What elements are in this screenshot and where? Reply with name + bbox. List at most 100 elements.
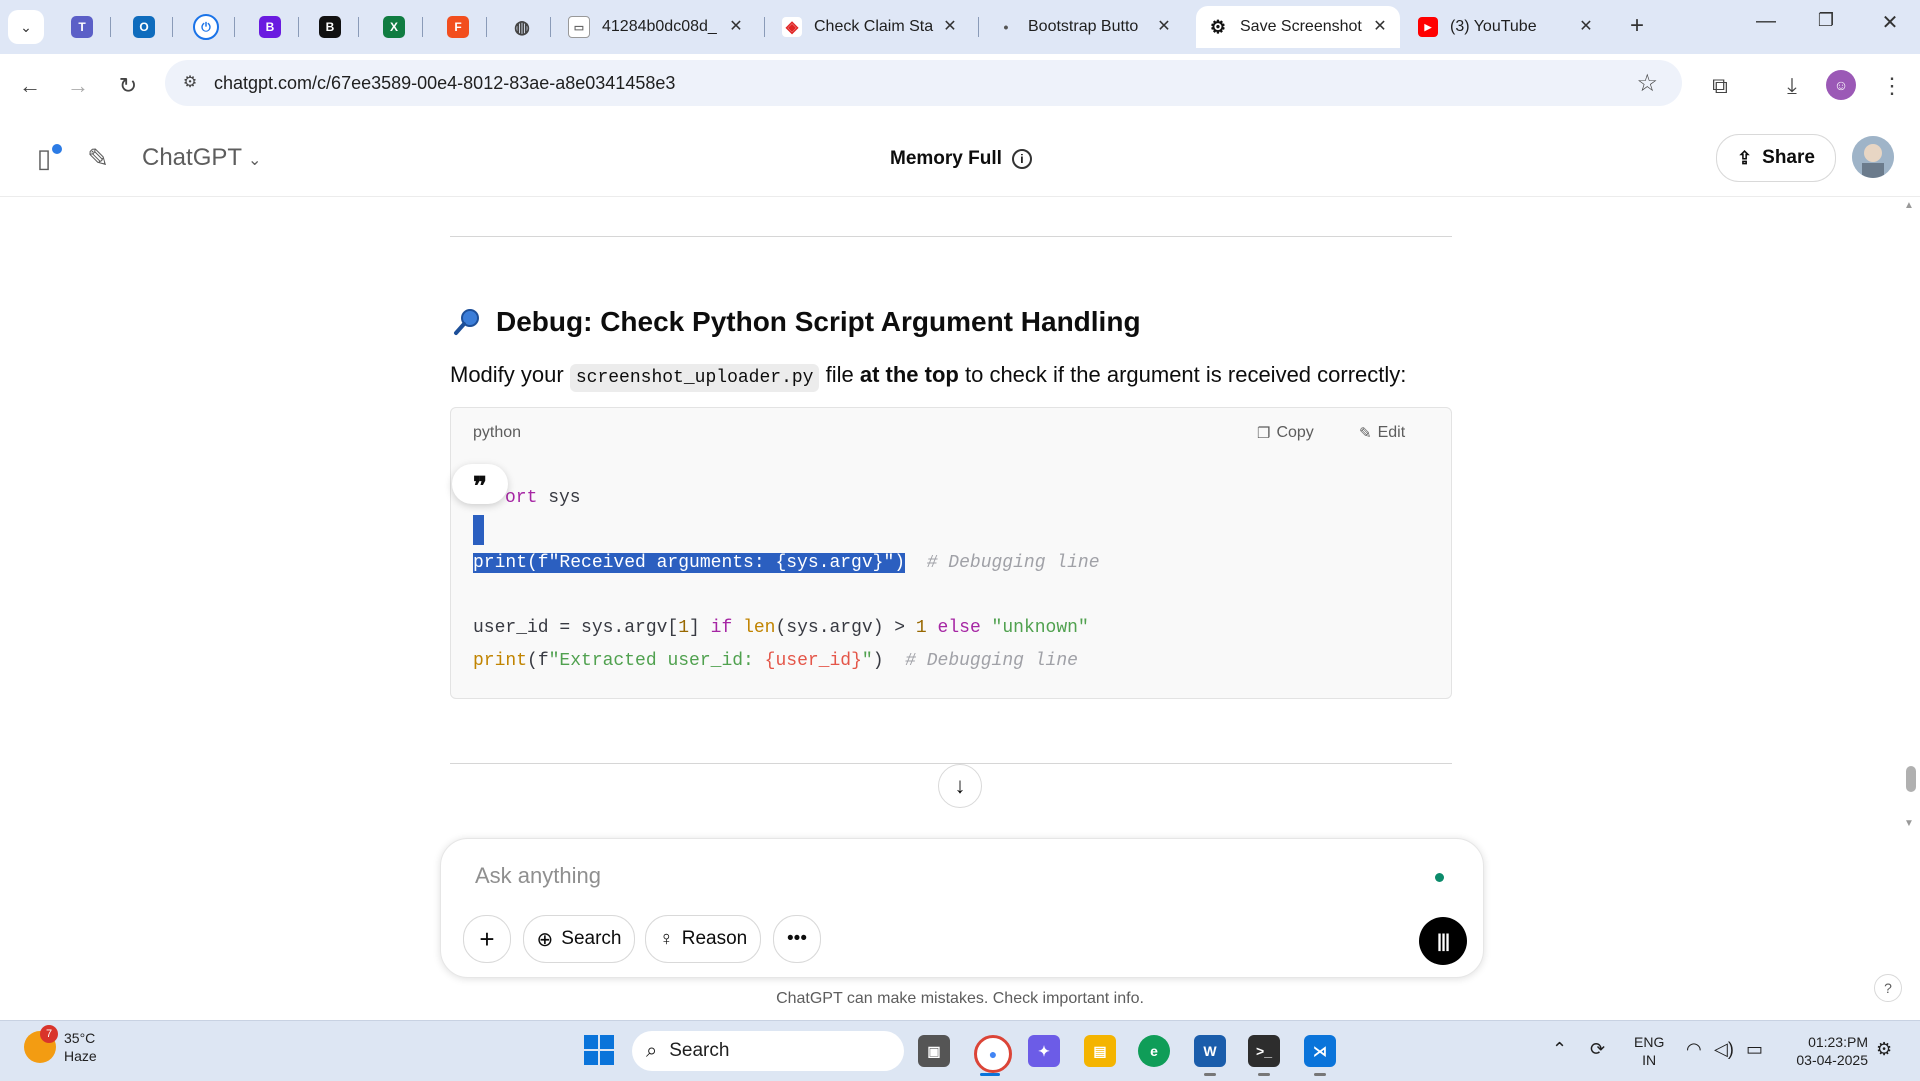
tab-1[interactable]: ◈ Check Claim Sta ✕ [770, 6, 970, 48]
help-icon[interactable]: ? [1874, 974, 1902, 1002]
show-hidden-icons[interactable]: ⌃ [1552, 1039, 1567, 1060]
pinned-tab-power[interactable]: ⏻ [192, 13, 220, 41]
weather-badge: 7 [40, 1025, 58, 1043]
weather-widget[interactable]: 7 35°C Haze [24, 1025, 97, 1065]
tab-search-dropdown[interactable]: ⌄ [8, 10, 44, 44]
scroll-down-button[interactable]: ↓ [938, 764, 982, 808]
info-icon[interactable]: i [1011, 148, 1032, 169]
wifi-icon[interactable]: ◠ [1686, 1039, 1702, 1060]
weather-temp: 35°C [64, 1030, 96, 1046]
pinned-tab-globe[interactable]: ◍ [508, 13, 536, 41]
sync-icon[interactable]: ⟳ [1590, 1039, 1605, 1060]
memory-status-label: Memory Full [890, 148, 1002, 169]
edge-icon[interactable]: e [1138, 1035, 1170, 1067]
search-button[interactable]: ⊕ Search [523, 915, 635, 963]
site-info-icon[interactable]: ⚙ [179, 72, 201, 94]
pinned-tab-b-black[interactable]: B [316, 13, 344, 41]
share-icon: ⇪ [1737, 147, 1753, 168]
close-icon[interactable]: ✕ [940, 17, 960, 37]
quote-selection-button[interactable]: ❞ [452, 464, 508, 504]
youtube-icon: ▶ [1418, 17, 1438, 37]
new-chat-icon[interactable]: ✎ [80, 140, 116, 176]
bookmark-star-icon[interactable]: ☆ [1636, 69, 1658, 98]
search-icon: ⌕ [646, 1039, 658, 1062]
pinned-tab-figma[interactable]: F [444, 13, 472, 41]
message-input[interactable]: Ask anything [475, 863, 601, 889]
share-button[interactable]: ⇪ Share [1716, 134, 1836, 182]
file-explorer-icon[interactable]: ▤ [1084, 1035, 1116, 1067]
pinned-tab-excel[interactable]: X [380, 13, 408, 41]
section-heading: Debug: Check Python Script Argument Hand… [452, 306, 1141, 338]
vscode-icon[interactable]: ⋊ [1304, 1035, 1336, 1067]
disclaimer: ChatGPT can make mistakes. Check importa… [776, 990, 1144, 1007]
tab-3[interactable]: ⚙ Save Screenshot ✕ [1196, 6, 1400, 48]
selected-code-line[interactable]: print(f"Received arguments: {sys.argv}") [473, 553, 906, 573]
plus-icon: + [479, 923, 495, 954]
pencil-icon: ✎ [1359, 425, 1372, 442]
pinned-tab-outlook[interactable]: O [130, 13, 158, 41]
url-text[interactable]: chatgpt.com/c/67ee3589-00e4-8012-83ae-a8… [214, 73, 675, 94]
edit-button[interactable]: ✎ Edit [1359, 424, 1405, 442]
extensions-icon[interactable]: ⧉ [1704, 70, 1736, 102]
pinned-tab-teams[interactable]: T [68, 13, 96, 41]
voice-mode-button[interactable]: ||| [1419, 917, 1467, 965]
download-icon[interactable]: ⤓ [1776, 70, 1808, 102]
new-tab-button[interactable]: + [1630, 12, 1644, 40]
forward-button[interactable]: → [62, 70, 94, 102]
volume-icon[interactable]: ◁) [1714, 1039, 1734, 1060]
close-icon[interactable]: ✕ [1370, 17, 1390, 37]
language-indicator[interactable]: ENG IN [1634, 1033, 1664, 1069]
restore-button[interactable]: ❐ [1806, 10, 1846, 31]
inline-code: screenshot_uploader.py [569, 364, 820, 392]
taskbar-search[interactable]: ⌕ Search [632, 1031, 904, 1071]
chrome-icon[interactable]: ● [974, 1035, 1012, 1073]
reload-button[interactable]: ↻ [112, 70, 144, 102]
model-selector[interactable]: ChatGPT ⌄ [142, 144, 261, 172]
instruction-paragraph: Modify your screenshot_uploader.py file … [450, 362, 1406, 392]
menu-kebab-icon[interactable]: ⋮ [1876, 70, 1908, 102]
copy-button[interactable]: ❐ Copy [1257, 424, 1314, 442]
scroll-down-arrow[interactable]: ▼ [1904, 818, 1914, 829]
user-avatar[interactable] [1852, 136, 1894, 178]
notification-bell-icon[interactable]: ⚙ [1876, 1039, 1892, 1060]
scroll-up-arrow[interactable]: ▲ [1904, 200, 1914, 211]
attach-button[interactable]: + [463, 915, 511, 963]
more-icon: ••• [787, 928, 807, 949]
divider [450, 236, 1452, 237]
back-button[interactable]: ← [14, 70, 46, 102]
close-icon[interactable]: ✕ [1576, 17, 1596, 37]
task-view-icon[interactable]: ▣ [918, 1035, 950, 1067]
close-icon[interactable]: ✕ [726, 17, 746, 37]
chat-header: ▯ ✎ ChatGPT ⌄ Memory Full i ⇪ Share [0, 118, 1920, 197]
profile-avatar[interactable]: ☺ [1826, 70, 1856, 100]
tab-4[interactable]: ▶ (3) YouTube ✕ [1406, 6, 1606, 48]
terminal-icon[interactable]: >_ [1248, 1035, 1280, 1067]
memory-status[interactable]: Memory Full i [890, 148, 1032, 170]
weather-desc: Haze [64, 1048, 97, 1064]
globe-icon: ⊕ [536, 928, 554, 951]
chatgpt-icon: ⚙ [1208, 16, 1228, 37]
copy-icon: ❐ [1257, 425, 1271, 442]
code-language-label: python [473, 424, 522, 441]
minimize-button[interactable]: — [1746, 10, 1786, 33]
claim-icon: ◈ [782, 17, 802, 37]
tab-0[interactable]: ▭ 41284b0dc08d_ ✕ [556, 6, 756, 48]
close-icon[interactable]: ✕ [1154, 17, 1174, 37]
tab-2[interactable]: • Bootstrap Butto ✕ [984, 6, 1184, 48]
copilot-icon[interactable]: ✦ [1028, 1035, 1060, 1067]
word-icon[interactable]: W [1194, 1035, 1226, 1067]
more-options-button[interactable]: ••• [773, 915, 821, 963]
start-button[interactable] [584, 1035, 614, 1065]
browser-toolbar: ← → ↻ ⚙ chatgpt.com/c/67ee3589-00e4-8012… [0, 54, 1920, 118]
pinned-tab-b-purple[interactable]: B [256, 13, 284, 41]
clock[interactable]: 01:23:PM 03-04-2025 [1772, 1033, 1868, 1069]
scrollbar-thumb[interactable] [1906, 766, 1916, 792]
message-composer: Ask anything + ⊕ Search ♀ Reason ••• ||| [440, 838, 1484, 978]
address-bar[interactable]: ⚙ chatgpt.com/c/67ee3589-00e4-8012-83ae-… [165, 60, 1682, 106]
reason-button[interactable]: ♀ Reason [645, 915, 761, 963]
close-window-button[interactable]: ✕ [1870, 10, 1910, 35]
battery-icon[interactable]: ▭ [1746, 1039, 1763, 1060]
code-content[interactable]: ort sys print(f"Received arguments: {sys… [473, 482, 1100, 677]
page-icon: ▭ [568, 16, 590, 38]
status-dot [1435, 873, 1444, 882]
